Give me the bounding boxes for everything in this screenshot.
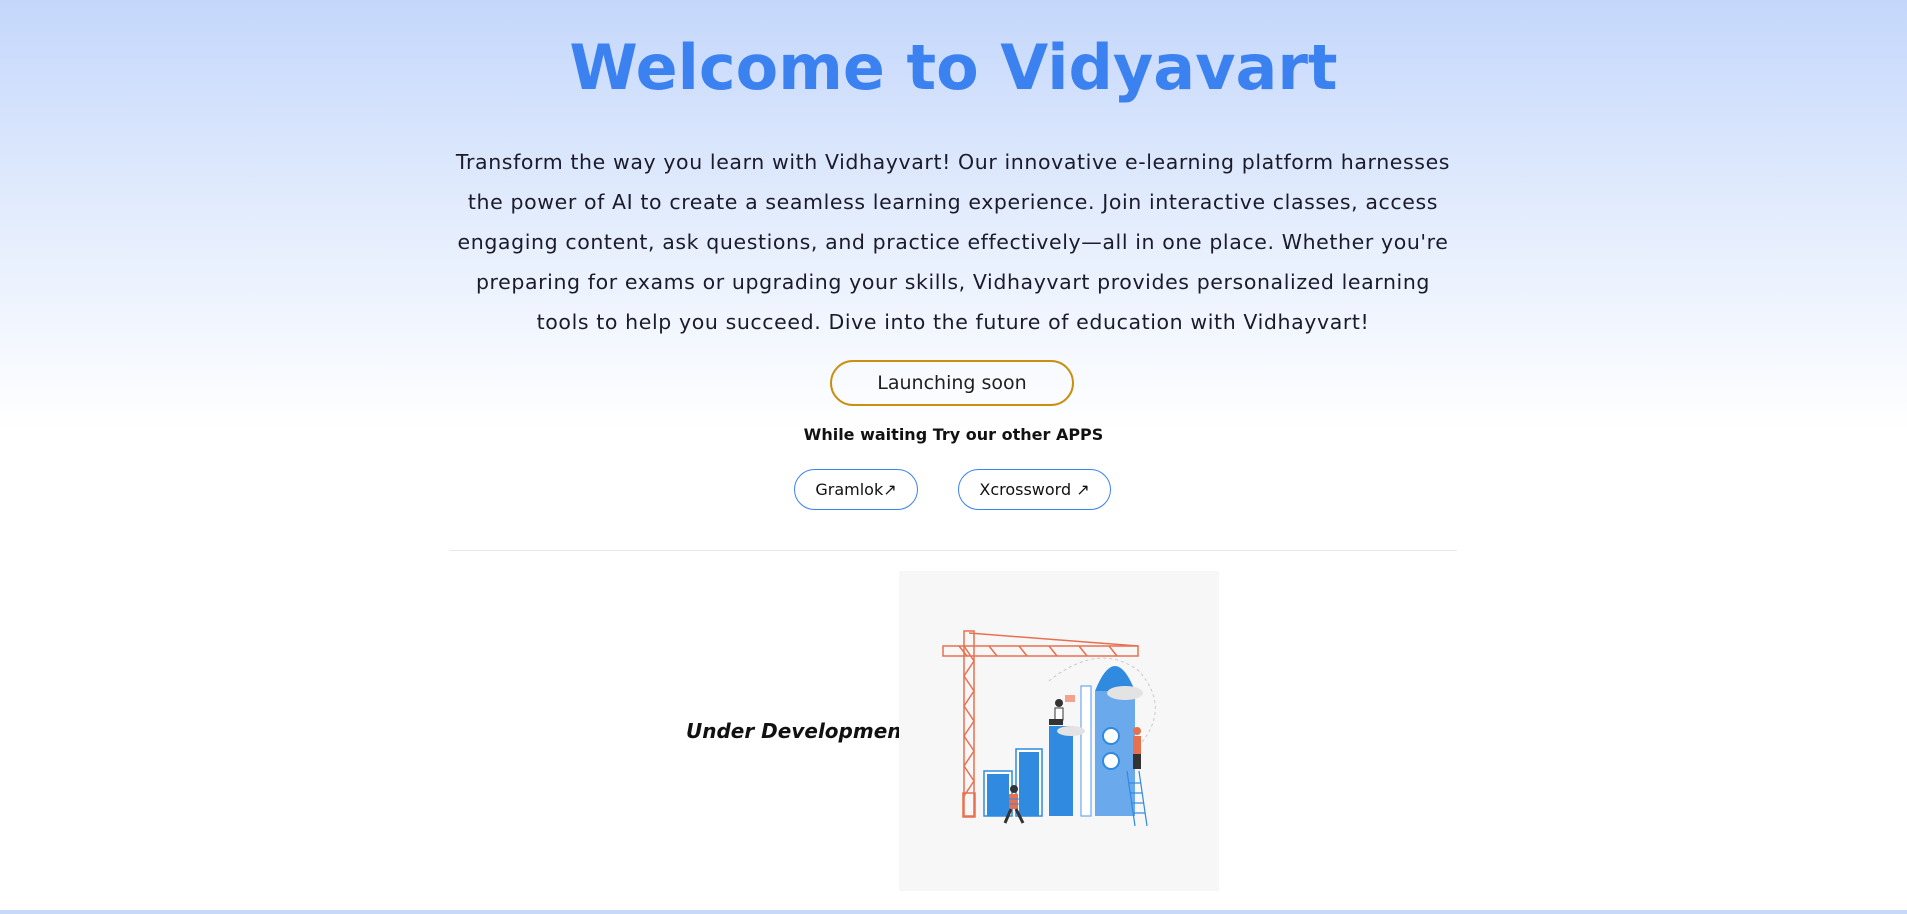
section-divider xyxy=(449,550,1457,551)
launching-soon-button[interactable]: Launching soon xyxy=(830,360,1074,406)
construction-illustration-icon xyxy=(899,571,1219,891)
xcrossword-link-button[interactable]: Xcrossword ↗ xyxy=(958,469,1111,510)
page-title: Welcome to Vidyavart xyxy=(569,31,1338,104)
hero-description: Transform the way you learn with Vidhayv… xyxy=(455,150,1451,334)
under-development-label: Under Development xyxy=(686,719,912,743)
bottom-border xyxy=(0,910,1907,914)
gramlok-link-button[interactable]: Gramlok↗ xyxy=(794,469,918,510)
other-apps-heading: While waiting Try our other APPS xyxy=(803,425,1104,444)
